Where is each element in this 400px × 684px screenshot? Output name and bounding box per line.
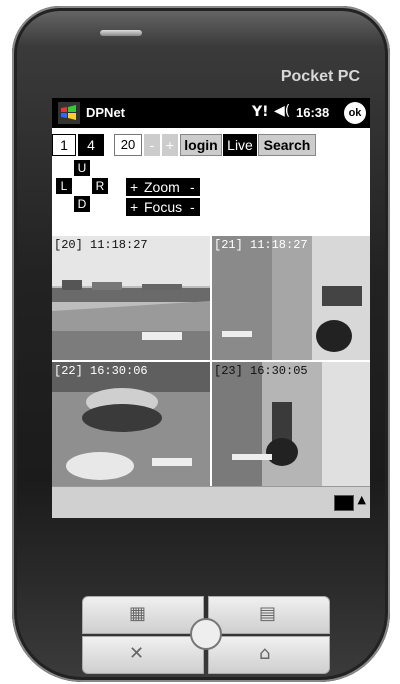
- title-bar: DPNet Y! ◀( 16:38 ok: [52, 98, 370, 128]
- camera-23-image: [212, 362, 370, 486]
- layout-4-button[interactable]: 4: [78, 134, 104, 156]
- live-button[interactable]: Live: [223, 134, 257, 156]
- hardware-button-bottom-left[interactable]: ✕: [82, 636, 204, 674]
- navigation-pad[interactable]: [190, 618, 222, 650]
- hardware-button-top-left[interactable]: ▦: [82, 596, 204, 634]
- layout-1-button[interactable]: 1: [52, 134, 76, 156]
- camera-feed-20[interactable]: [20] 11:18:27: [52, 236, 210, 360]
- menu-bar: ▲: [52, 486, 370, 518]
- hardware-button-bottom-right[interactable]: ⌂: [208, 636, 330, 674]
- screen: DPNet Y! ◀( 16:38 ok 1 4 20 - + login Li…: [52, 98, 370, 518]
- camera-feed-21[interactable]: [21] 11:18:27: [212, 236, 370, 360]
- calendar-icon: ▦: [129, 603, 147, 624]
- zoom-label: Zoom: [144, 179, 180, 195]
- app-title: DPNet: [86, 105, 126, 120]
- clock[interactable]: 16:38: [296, 105, 329, 120]
- camera-23-label: [23] 16:30:05: [214, 364, 308, 378]
- speaker-grille: [100, 30, 142, 36]
- camera-feed-23[interactable]: [23] 16:30:05: [212, 362, 370, 486]
- device-brand: Pocket PC: [280, 68, 360, 85]
- keyboard-icon[interactable]: [334, 495, 354, 511]
- camera-21-image: [212, 236, 370, 360]
- camera-number-input[interactable]: 20: [114, 134, 142, 156]
- zoom-in-button[interactable]: +: [130, 178, 138, 196]
- camera-20-label: [20] 11:18:27: [54, 238, 148, 252]
- focus-in-button[interactable]: +: [130, 198, 138, 216]
- zoom-out-button[interactable]: -: [190, 178, 195, 196]
- pan-right-button[interactable]: R: [92, 178, 108, 194]
- input-menu-arrow-icon[interactable]: ▲: [358, 493, 366, 506]
- focus-label: Focus: [144, 199, 183, 215]
- search-button[interactable]: Search: [258, 134, 316, 156]
- pan-up-button[interactable]: U: [74, 160, 90, 176]
- hardware-button-top-right[interactable]: ▤: [208, 596, 330, 634]
- ok-button[interactable]: ok: [344, 102, 366, 124]
- login-button[interactable]: login: [180, 134, 222, 156]
- camera-22-label: [22] 16:30:06: [54, 364, 148, 378]
- focus-control: + Focus -: [126, 198, 200, 216]
- home-icon: ⌂: [259, 643, 271, 664]
- zoom-control: + Zoom -: [126, 178, 200, 196]
- volume-icon[interactable]: ◀(: [274, 103, 290, 119]
- pan-left-button[interactable]: L: [56, 178, 72, 194]
- camera-feed-22[interactable]: [22] 16:30:06: [52, 362, 210, 486]
- start-windows-icon[interactable]: [58, 102, 80, 124]
- camera-21-label: [21] 11:18:27: [214, 238, 308, 252]
- mute-icon: ✕: [129, 643, 145, 664]
- signal-icon[interactable]: Y!: [252, 104, 269, 120]
- pan-down-button[interactable]: D: [74, 196, 90, 212]
- contacts-icon: ▤: [259, 603, 277, 624]
- camera-minus-button[interactable]: -: [144, 134, 160, 156]
- camera-20-image: [52, 236, 210, 360]
- focus-out-button[interactable]: -: [190, 198, 195, 216]
- camera-plus-button[interactable]: +: [162, 134, 178, 156]
- camera-22-image: [52, 362, 210, 486]
